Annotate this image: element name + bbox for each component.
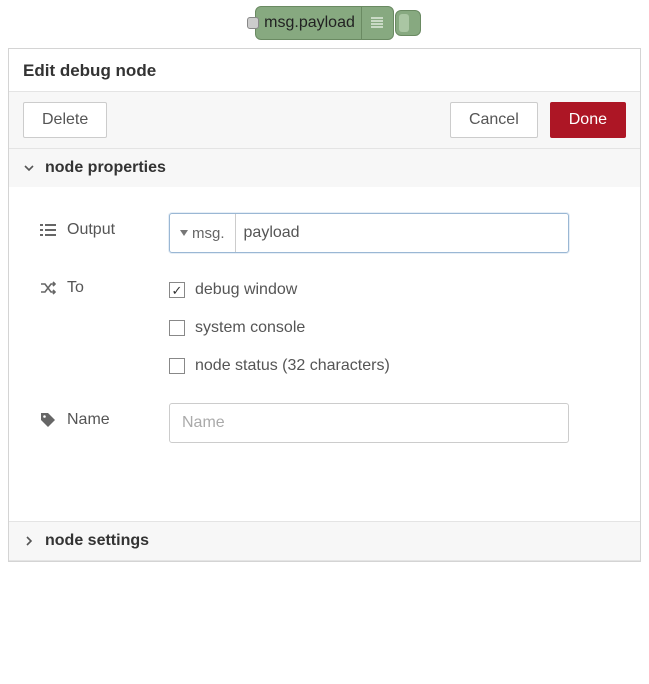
section-header-settings[interactable]: node settings <box>9 522 640 560</box>
canvas-node-preview: msg.payload <box>0 0 649 40</box>
section-header-properties[interactable]: node properties <box>9 149 640 187</box>
action-row: Delete Cancel Done <box>9 92 640 149</box>
to-options: debug window system console node status … <box>169 271 390 375</box>
debug-node[interactable]: msg.payload <box>255 6 394 40</box>
chevron-right-icon <box>23 535 35 547</box>
check-node-status[interactable]: node status (32 characters) <box>169 357 390 375</box>
output-path-input[interactable] <box>236 214 568 252</box>
label-to: To <box>39 271 169 297</box>
done-button[interactable]: Done <box>550 102 626 138</box>
shuffle-icon <box>39 281 57 295</box>
section-title: node settings <box>45 532 149 550</box>
section-node-settings: node settings <box>9 522 640 561</box>
section-body-properties: Output msg. To <box>9 187 640 521</box>
node-input-port[interactable] <box>247 17 259 29</box>
label-output: Output <box>39 213 169 239</box>
row-output: Output msg. <box>39 213 610 253</box>
debug-icon <box>361 7 393 39</box>
caret-down-icon <box>180 230 188 236</box>
row-to: To debug window system console node stat… <box>39 271 610 375</box>
chevron-down-icon <box>23 162 35 174</box>
section-title: node properties <box>45 159 166 177</box>
checkbox-icon[interactable] <box>169 282 185 298</box>
node-enable-toggle[interactable] <box>395 10 421 36</box>
cancel-button[interactable]: Cancel <box>450 102 538 138</box>
output-typed-input[interactable]: msg. <box>169 213 569 253</box>
edit-panel: Edit debug node Delete Cancel Done node … <box>8 48 641 562</box>
name-input[interactable] <box>169 403 569 443</box>
output-type-selector[interactable]: msg. <box>170 214 236 252</box>
section-node-properties: node properties Output msg. <box>9 149 640 522</box>
row-name: Name <box>39 403 610 443</box>
label-name: Name <box>39 403 169 429</box>
node-label: msg.payload <box>264 14 361 32</box>
panel-title: Edit debug node <box>9 49 640 92</box>
checkbox-icon[interactable] <box>169 320 185 336</box>
checkbox-icon[interactable] <box>169 358 185 374</box>
delete-button[interactable]: Delete <box>23 102 107 138</box>
list-icon <box>39 223 57 237</box>
tag-icon <box>39 412 57 428</box>
check-system-console[interactable]: system console <box>169 319 390 337</box>
check-debug-window[interactable]: debug window <box>169 281 390 299</box>
